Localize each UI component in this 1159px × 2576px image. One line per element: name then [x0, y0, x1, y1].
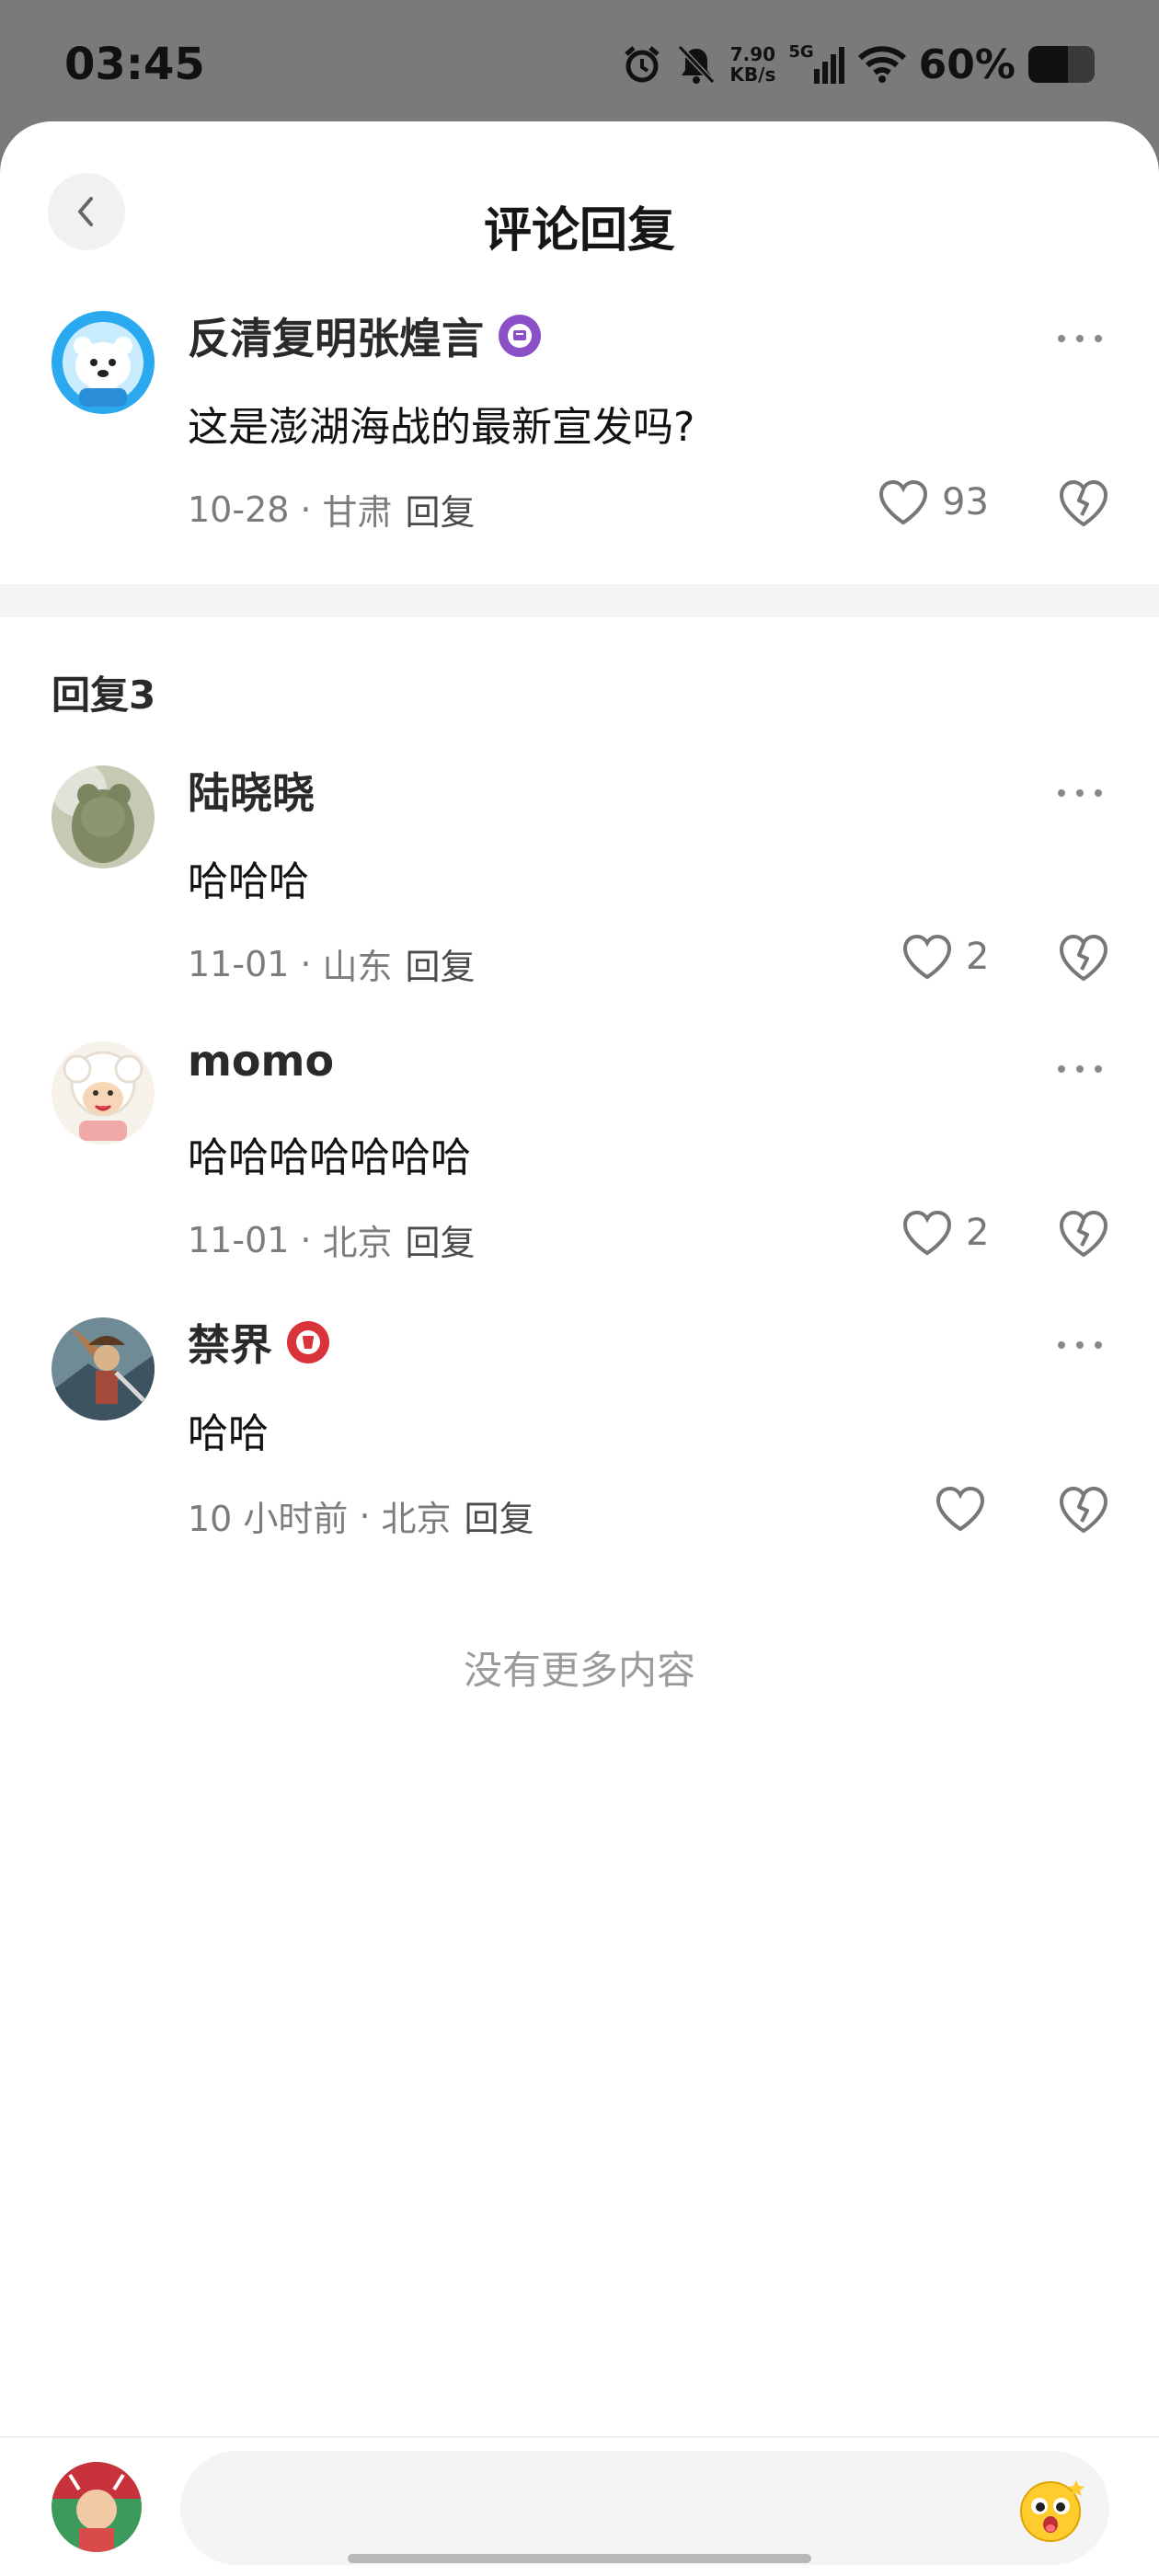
battery-icon: [1028, 46, 1095, 83]
comment-input[interactable]: [235, 2469, 971, 2547]
more-options-button[interactable]: [1050, 1051, 1109, 1087]
heart-icon: [902, 934, 952, 980]
reply-button[interactable]: 回复: [406, 1214, 476, 1265]
broken-heart-icon: [1059, 934, 1108, 982]
comment-location: 北京: [381, 1499, 452, 1539]
comment-text: 哈哈哈哈哈哈哈: [188, 1134, 471, 1181]
more-options-button[interactable]: [1050, 1327, 1109, 1363]
reply-button[interactable]: 回复: [406, 484, 476, 535]
like-button[interactable]: 2: [901, 1209, 989, 1257]
comment-username[interactable]: 反清复明张煌言: [188, 305, 541, 366]
comment-location: 北京: [322, 1223, 393, 1263]
dislike-button[interactable]: [1056, 477, 1111, 532]
comment-location: 山东: [322, 947, 393, 987]
signal-type-label: 5G: [788, 41, 814, 62]
comment-reply-sheet: 评论回复 反清复明张煌言 这是澎湖海战的最新宣发吗? 10-28 · 甘肃 回复…: [0, 121, 1159, 2576]
comment-username[interactable]: momo: [188, 1036, 334, 1086]
more-options-button[interactable]: [1050, 320, 1109, 357]
avatar[interactable]: [52, 765, 155, 868]
battery-percent: 60%: [918, 40, 1016, 88]
wifi-icon: [857, 45, 906, 84]
purple-badge-icon: [499, 315, 541, 357]
broken-heart-icon: [1059, 479, 1108, 527]
red-badge-icon: [287, 1321, 329, 1363]
comment-date: 11-01: [188, 1219, 290, 1260]
alarm-icon: [621, 43, 663, 86]
comment-meta: 11-01 · 北京 回复: [188, 1214, 476, 1265]
section-divider: [0, 584, 1159, 617]
heart-icon: [935, 1486, 985, 1532]
comment-username[interactable]: 陆晓晓: [188, 760, 315, 821]
reply-button[interactable]: 回复: [406, 938, 476, 989]
home-indicator: [348, 2554, 811, 2563]
like-button[interactable]: [935, 1485, 999, 1533]
like-count: 2: [966, 936, 990, 978]
reply-button[interactable]: 回复: [465, 1490, 534, 1541]
comment-text: 哈哈: [188, 1410, 269, 1457]
comment-username[interactable]: 禁界: [188, 1312, 329, 1373]
battery-fill: [1028, 46, 1069, 83]
reply-count-label: 回复3: [52, 673, 156, 718]
status-time: 03:45: [64, 39, 205, 90]
emoji-face-icon: [1020, 2480, 1084, 2542]
comment-date: 10-28: [188, 489, 290, 530]
avatar[interactable]: [52, 311, 155, 414]
avatar[interactable]: [52, 1317, 155, 1420]
broken-heart-icon: [1059, 1486, 1108, 1534]
status-icons: 7.90 KB/s 5G 60%: [621, 37, 1095, 92]
comment-date: 10 小时前: [188, 1499, 349, 1539]
comment-text: 这是澎湖海战的最新宣发吗?: [188, 404, 695, 451]
meta-separator: ·: [300, 943, 312, 984]
comment-meta: 10 小时前 · 北京 回复: [188, 1490, 534, 1541]
comment-text: 哈哈哈: [188, 858, 309, 905]
heart-icon: [878, 479, 928, 525]
like-count: 2: [966, 1212, 990, 1254]
comment-input-bar: [0, 2436, 1159, 2576]
like-button[interactable]: 2: [901, 933, 989, 981]
meta-separator: ·: [300, 489, 312, 530]
no-more-content-label: 没有更多内容: [463, 1648, 695, 1693]
heart-icon: [902, 1210, 952, 1256]
like-button[interactable]: 93: [878, 478, 989, 526]
broken-heart-icon: [1059, 1210, 1108, 1258]
comment-meta: 10-28 · 甘肃 回复: [188, 484, 476, 535]
avatar[interactable]: [52, 1041, 155, 1144]
meta-separator: ·: [359, 1495, 371, 1536]
meta-separator: ·: [300, 1219, 312, 1260]
mute-bell-icon: [676, 43, 717, 86]
signal-icon: [813, 45, 845, 84]
status-bar: 03:45 7.90 KB/s 5G 60%: [0, 0, 1159, 129]
comment-meta: 11-01 · 山东 回复: [188, 938, 476, 989]
dislike-button[interactable]: [1056, 931, 1111, 986]
comment-input-box[interactable]: [180, 2451, 1109, 2565]
my-avatar[interactable]: [52, 2462, 142, 2552]
dislike-button[interactable]: [1056, 1483, 1111, 1538]
dislike-button[interactable]: [1056, 1207, 1111, 1262]
net-speed: 7.90 KB/s: [729, 43, 776, 86]
emoji-button[interactable]: [1017, 2475, 1087, 2545]
more-options-button[interactable]: [1050, 775, 1109, 811]
comment-location: 甘肃: [322, 492, 393, 533]
page-title: 评论回复: [483, 203, 675, 259]
like-count: 93: [942, 481, 989, 523]
comment-date: 11-01: [188, 943, 290, 984]
